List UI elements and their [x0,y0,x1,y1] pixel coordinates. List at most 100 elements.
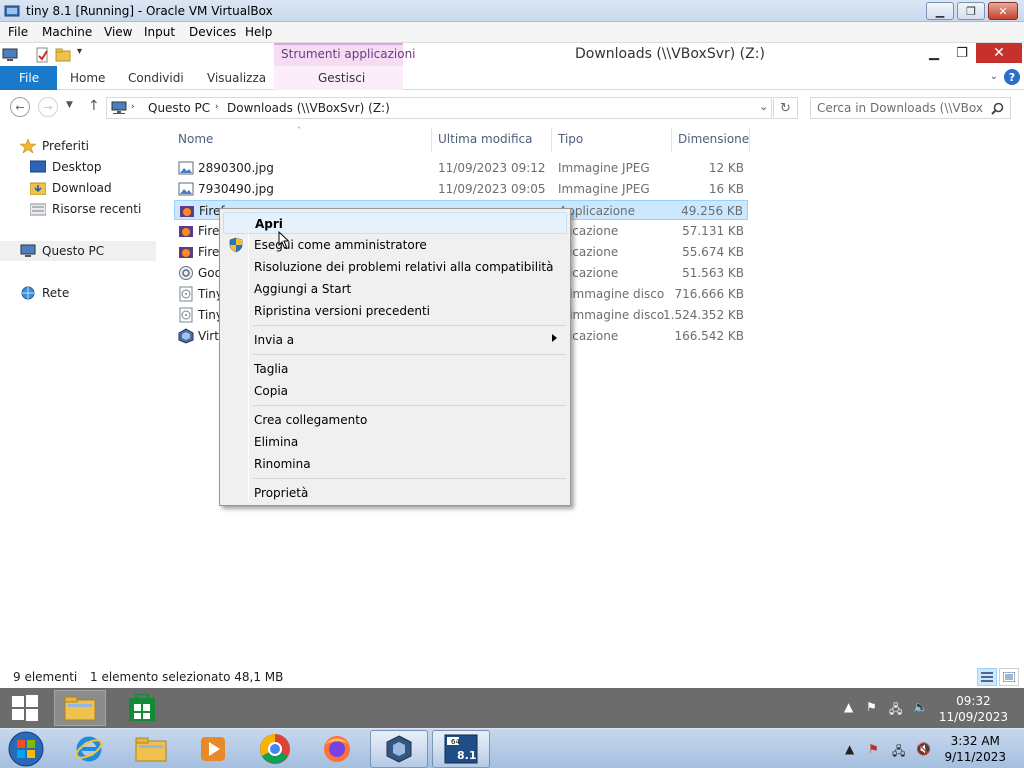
nav-download[interactable]: Download [30,178,112,198]
large-icons-view-button[interactable] [999,668,1019,686]
search-input[interactable] [817,100,983,116]
tab-share[interactable]: Condividi [128,71,184,85]
column-header-name[interactable]: Nome [178,132,213,146]
menu-item-create-shortcut[interactable]: Crea collegamento [223,409,567,431]
up-arrow-icon[interactable]: ↑ [88,98,100,114]
menu-machine[interactable]: Machine [42,25,92,39]
details-view-icon [981,672,993,682]
explorer-minimize-button[interactable]: ▁ [920,43,948,63]
address-dropdown-icon[interactable]: ⌄ [759,100,768,113]
help-icon[interactable]: ? [1004,69,1020,85]
jpeg-image-icon [178,161,194,175]
menu-devices[interactable]: Devices [189,25,236,39]
taskbar-firefox[interactable] [308,730,366,768]
search-icon[interactable] [991,102,1004,115]
action-center-flag-icon[interactable]: ⚑ [866,700,877,714]
properties-icon[interactable] [34,47,50,63]
nav-favorites[interactable]: Preferiti [20,136,89,156]
breadcrumb-downloads[interactable]: Downloads (\\VBoxSvr) (Z:) [227,101,390,115]
details-view-button[interactable] [977,668,997,686]
menu-item-delete[interactable]: Elimina [223,431,567,453]
virtualbox-icon [386,735,412,763]
host-network-icon[interactable]: 🖧 [892,742,905,763]
column-header-size[interactable]: Dimensione [678,132,749,146]
refresh-button[interactable]: ↻ [773,97,798,119]
menu-item-restore-versions[interactable]: Ripristina versioni precedenti [223,300,567,322]
taskbar-store[interactable] [116,690,168,726]
guest-clock[interactable]: 09:32 11/09/2023 [939,693,1008,725]
menu-item-properties[interactable]: Proprietà [223,482,567,504]
guest-date: 11/09/2023 [938,710,1008,724]
computer-icon[interactable] [2,47,18,63]
column-divider[interactable] [671,128,672,152]
menu-separator [253,478,566,479]
search-box [810,97,1011,119]
column-header-modified[interactable]: Ultima modifica [438,132,533,146]
column-divider[interactable] [749,128,750,152]
address-input[interactable]: › Questo PC › Downloads (\\VBoxSvr) (Z:)… [106,97,772,119]
taskbar-file-explorer[interactable] [54,690,106,726]
file-row[interactable]: 2890300.jpg 11/09/2023 09:12 Immagine JP… [174,158,748,178]
explorer-close-button[interactable]: ✕ [976,43,1022,63]
menu-view[interactable]: View [104,25,132,39]
action-center-alert-icon[interactable]: ⚑ [868,742,879,756]
taskbar-vm-tiny81[interactable]: 64 8.1 [432,730,490,768]
nav-recent[interactable]: Risorse recenti [30,199,141,219]
menu-help[interactable]: Help [245,25,272,39]
show-hidden-icons[interactable]: ▲ [844,700,853,714]
menu-file[interactable]: File [8,25,28,39]
tab-view[interactable]: Visualizza [207,71,266,85]
restore-button[interactable]: ❐ [957,2,985,20]
menu-item-run-as-admin[interactable]: Esegui come amministratore [223,234,567,256]
column-header-type[interactable]: Tipo [558,132,583,146]
file-size: 57.131 KB [682,224,744,238]
tab-file[interactable]: File [0,66,57,90]
mouse-cursor-icon [278,231,290,249]
menu-item-troubleshoot[interactable]: Risoluzione dei problemi relativi alla c… [223,256,567,278]
forward-button[interactable]: → [38,97,58,117]
customize-qat-icon[interactable]: ▾ [77,46,82,57]
context-menu: Apri Esegui come amministratore Risoluzi… [219,208,571,506]
start-button[interactable] [0,690,50,726]
menu-input[interactable]: Input [144,25,175,39]
firefox-setup-icon [180,206,194,217]
back-button[interactable]: ← [10,97,30,117]
column-divider[interactable] [431,128,432,152]
tab-manage[interactable]: Gestisci [318,71,365,85]
network-tray-icon[interactable]: 🖧 [889,700,902,721]
host-show-hidden-icons[interactable]: ▲ [845,742,854,756]
menu-item-pin-start[interactable]: Aggiungi a Start [223,278,567,300]
host-clock[interactable]: 3:32 AM 9/11/2023 [944,733,1006,765]
new-folder-icon[interactable] [55,47,71,63]
host-volume-muted-icon[interactable]: 🔇 [916,742,931,756]
tab-home[interactable]: Home [70,71,105,85]
download-folder-icon [30,182,46,195]
taskbar-host-explorer[interactable] [122,730,180,768]
menu-item-cut[interactable]: Taglia [223,358,567,380]
explorer-maximize-button[interactable]: ❐ [948,43,976,63]
file-row[interactable]: 7930490.jpg 11/09/2023 09:05 Immagine JP… [174,179,748,199]
minimize-button[interactable]: ▁ [926,2,954,20]
menu-item-send-to[interactable]: Invia a [223,329,567,351]
taskbar-internet-explorer[interactable] [60,730,118,768]
sort-ascending-icon: ˄ [297,126,301,135]
taskbar-chrome[interactable] [246,730,304,768]
volume-icon[interactable]: 🔈 [913,700,928,714]
nav-desktop[interactable]: Desktop [30,157,102,177]
navigation-pane: Preferiti Desktop Download Risorse recen… [0,128,160,668]
host-start-button[interactable] [0,730,52,768]
menu-item-open[interactable]: Apri [223,212,567,234]
nav-this-pc[interactable]: Questo PC [0,241,156,261]
taskbar-virtualbox[interactable] [370,730,428,768]
menu-item-rename[interactable]: Rinomina [223,453,567,475]
nav-network[interactable]: Rete [20,283,69,303]
taskbar-media-player[interactable] [184,730,242,768]
close-button[interactable]: ✕ [988,2,1018,20]
menu-item-copy[interactable]: Copia [223,380,567,402]
recent-locations-icon[interactable]: ▼ [66,100,73,110]
computer-icon [20,244,36,257]
column-divider[interactable] [551,128,552,152]
breadcrumb-this-pc[interactable]: Questo PC [148,101,210,115]
chevron-down-icon[interactable]: ⌄ [990,71,998,82]
file-size: 55.674 KB [682,245,744,259]
